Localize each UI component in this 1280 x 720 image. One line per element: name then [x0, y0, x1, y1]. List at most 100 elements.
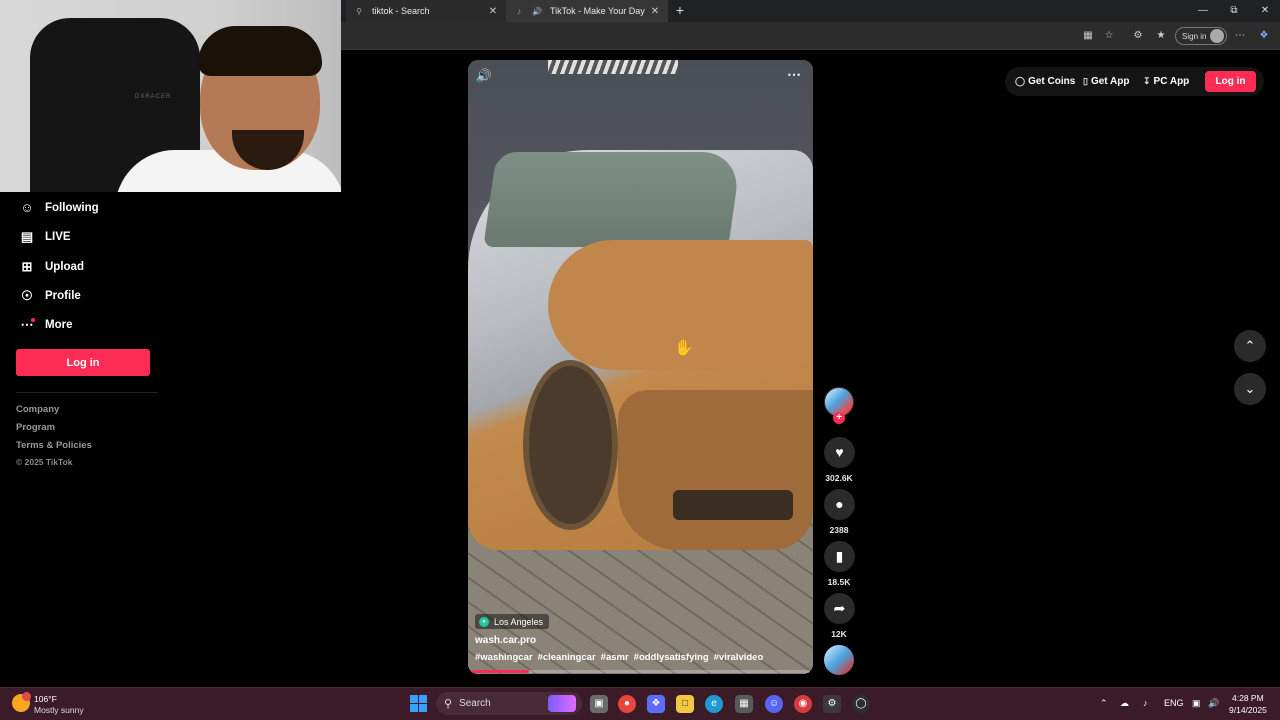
language-indicator[interactable]: ENG: [1164, 698, 1184, 708]
obs-icon[interactable]: ◯: [852, 695, 870, 713]
sidebar-item-profile[interactable]: ☉ Profile: [18, 286, 81, 306]
get-app-link[interactable]: ▯ Get App: [1083, 75, 1129, 88]
video-hashtags: #washingcar #cleaningcar #asmr #oddlysatisf…: [475, 652, 768, 663]
like-button[interactable]: ♥: [824, 437, 855, 468]
hashtag-link[interactable]: #oddlysatisfying: [634, 652, 709, 663]
volume-tray-icon[interactable]: 🔊: [1208, 698, 1219, 709]
task-view-icon[interactable]: ▣: [590, 695, 608, 713]
video-player[interactable]: [468, 60, 813, 674]
person-hair: [198, 26, 322, 76]
video-progress-bar[interactable]: [472, 670, 810, 673]
pc-app-label: PC App: [1153, 76, 1190, 87]
copilot-app-icon[interactable]: ❖: [647, 695, 665, 713]
sidebar-item-label: Upload: [45, 261, 84, 273]
windows-start-icon[interactable]: [410, 695, 427, 712]
location-label: Los Angeles: [494, 616, 544, 627]
get-coins-link[interactable]: ◯ Get Coins: [1015, 75, 1075, 88]
tab-tiktok-search[interactable]: ⚲ tiktok - Search ✕: [346, 0, 506, 22]
notification-dot: [31, 318, 35, 322]
sidebar-item-label: More: [45, 319, 73, 331]
sidebar-item-label: LIVE: [45, 231, 71, 243]
previous-video-button[interactable]: ⌃: [1234, 330, 1266, 362]
network-icon[interactable]: ▣: [1192, 698, 1201, 709]
follow-plus-icon[interactable]: +: [833, 412, 845, 424]
video-progress-fill: [472, 670, 530, 673]
sound-avatar[interactable]: [824, 645, 854, 675]
speaker-icon[interactable]: 🔊: [532, 6, 542, 16]
tab-tiktok-home[interactable]: ♪ 🔊 TikTok - Make Your Day ✕: [506, 0, 668, 22]
share-button[interactable]: ➦: [824, 593, 855, 624]
copilot-icon[interactable]: ❖: [1256, 28, 1272, 44]
location-badge[interactable]: ● Los Angeles: [475, 614, 550, 629]
footer-link-company[interactable]: Company: [16, 404, 59, 415]
extensions-icon[interactable]: ⚙: [1130, 28, 1146, 44]
tiktok-icon: ♪: [517, 6, 521, 16]
taskbar-search-label: Search: [459, 698, 491, 709]
sidebar-item-following[interactable]: ☺ Following: [18, 198, 98, 218]
hashtag-link[interactable]: #cleaningcar: [538, 652, 596, 663]
favorite-star-icon[interactable]: ☆: [1101, 28, 1117, 44]
restore-icon[interactable]: ⧉: [1219, 0, 1249, 22]
clock-time[interactable]: 4:28 PM: [1232, 693, 1264, 703]
discord-icon[interactable]: ☺: [765, 695, 783, 713]
close-icon[interactable]: ✕: [488, 6, 498, 17]
favorites-icon[interactable]: ★: [1153, 28, 1169, 44]
car-grille: [673, 490, 793, 520]
menu-dots-icon[interactable]: ⋯: [1232, 28, 1248, 44]
hashtag-link[interactable]: #asmr: [601, 652, 629, 663]
live-icon: ▤: [20, 229, 34, 244]
next-video-button[interactable]: ⌄: [1234, 373, 1266, 405]
microphone-icon[interactable]: ♪: [1143, 698, 1148, 708]
taskbar-search[interactable]: ⚲ Search: [436, 692, 582, 715]
chrome-icon[interactable]: ●: [618, 695, 636, 713]
comment-button[interactable]: ●: [824, 489, 855, 520]
volume-icon[interactable]: 🔊: [475, 67, 493, 85]
chevron-up-tray-icon[interactable]: ⌃: [1100, 698, 1108, 709]
sidebar-item-label: Profile: [45, 290, 81, 302]
profile-avatar-icon: [1210, 29, 1224, 43]
more-options-icon[interactable]: ⋯: [785, 66, 803, 84]
sign-in-button[interactable]: Sign in: [1175, 27, 1227, 45]
close-icon[interactable]: ✕: [650, 6, 660, 17]
apps-icon[interactable]: ▦: [1080, 28, 1096, 44]
video-author[interactable]: wash.car.pro: [475, 635, 536, 646]
footer-link-terms[interactable]: Terms & Policies: [16, 440, 92, 451]
sidebar-item-more[interactable]: ⋯ More: [18, 315, 73, 335]
video-fence: [548, 60, 678, 74]
app-red-icon[interactable]: ◉: [794, 695, 812, 713]
save-count: 18.5K: [827, 577, 851, 587]
weather-temperature[interactable]: 106°F: [34, 694, 57, 704]
search-icon: ⚲: [444, 698, 453, 710]
hashtag-link[interactable]: #viralvideo: [714, 652, 764, 663]
profile-icon: ☉: [21, 288, 33, 303]
settings-icon[interactable]: ⚙: [823, 695, 841, 713]
download-icon: ↧: [1143, 76, 1151, 86]
weather-description[interactable]: Mostly sunny: [34, 705, 84, 715]
footer-link-program[interactable]: Program: [16, 422, 55, 433]
file-explorer-icon[interactable]: □: [676, 695, 694, 713]
clock-date[interactable]: 9/14/2025: [1229, 705, 1267, 715]
webcam-overlay: DXRACER: [0, 0, 341, 192]
hashtag-link[interactable]: #washingcar: [475, 652, 533, 663]
get-coins-label: Get Coins: [1028, 76, 1076, 87]
sidebar-item-live[interactable]: ▤ LIVE: [18, 227, 71, 247]
share-icon: ➦: [833, 600, 846, 616]
like-count: 302.6K: [825, 473, 853, 483]
sidebar-login-button[interactable]: Log in: [16, 349, 150, 376]
edge-icon[interactable]: e: [705, 695, 723, 713]
new-tab-button[interactable]: +: [672, 1, 688, 19]
following-icon: ☺: [20, 200, 34, 215]
mouse-cursor-icon: ✋: [674, 340, 694, 357]
pc-app-link[interactable]: ↧ PC App: [1143, 75, 1189, 88]
minimize-icon[interactable]: —: [1188, 0, 1218, 22]
header-login-button[interactable]: Log in: [1205, 71, 1256, 92]
search-highlight-art: [548, 695, 576, 712]
close-window-icon[interactable]: ✕: [1250, 0, 1280, 22]
sidebar-item-upload[interactable]: ⊞ Upload: [18, 257, 84, 277]
save-button[interactable]: ▮: [824, 541, 855, 572]
sidebar-divider: [16, 392, 158, 393]
coin-icon: ◯: [1015, 76, 1026, 86]
chevron-down-icon: ⌄: [1244, 381, 1256, 396]
store-icon[interactable]: ▦: [735, 695, 753, 713]
onedrive-icon[interactable]: ☁: [1120, 698, 1129, 709]
